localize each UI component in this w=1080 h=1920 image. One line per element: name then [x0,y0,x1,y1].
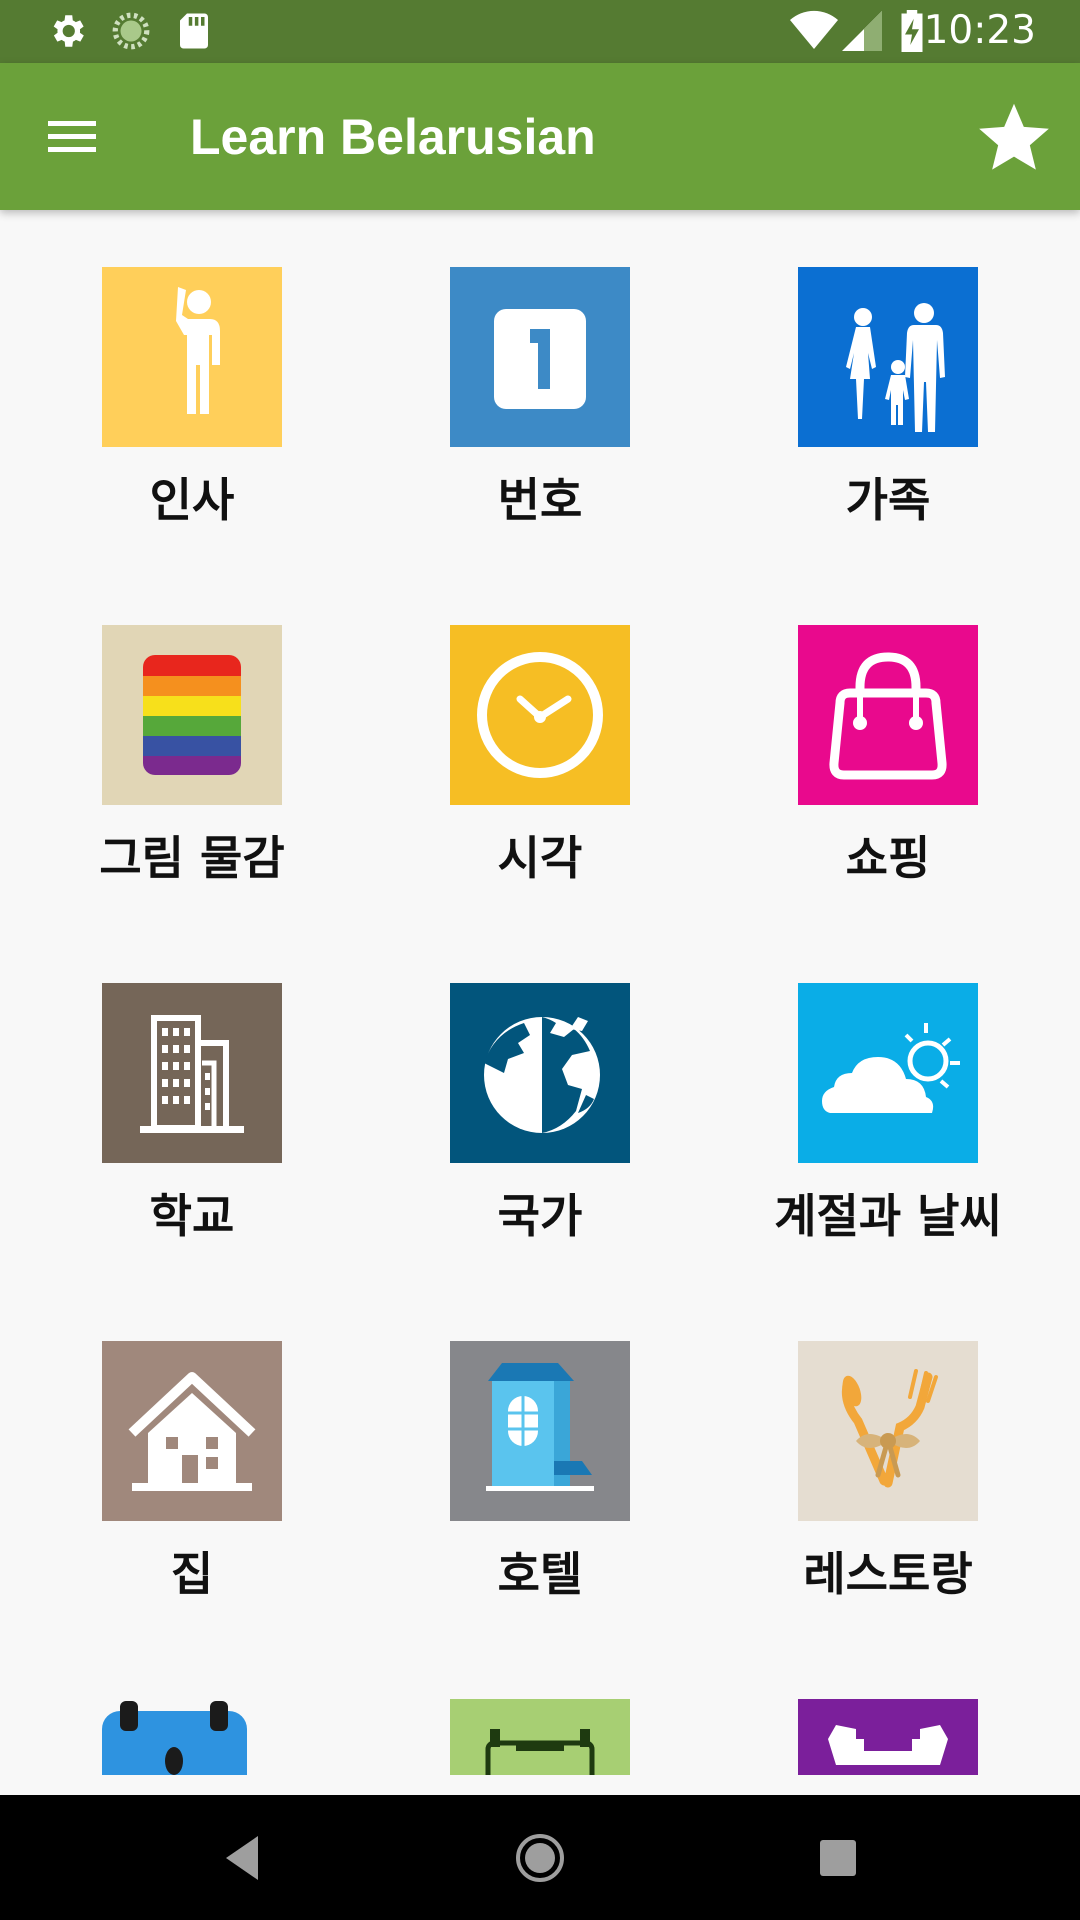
category-label: 시각 [497,831,583,885]
shopping-bag-icon [798,625,978,805]
back-icon[interactable] [204,1820,280,1896]
recents-icon[interactable] [800,1820,876,1896]
shopping-cart-icon [798,1699,978,1775]
color-palette-icon [102,625,282,805]
school-building-icon [102,983,282,1163]
loading-icon [112,12,150,50]
home-icon[interactable] [502,1820,578,1896]
star-icon[interactable] [976,99,1052,175]
category-label: 가족 [845,473,931,527]
clock-icon [450,625,630,805]
family-icon [798,267,978,447]
category-label: 국가 [497,1189,583,1243]
sd-card-icon [180,13,208,49]
status-time: 10:23 [923,8,1036,53]
category-label: 번호 [497,473,583,527]
app-title: Learn Belarusian [190,109,596,165]
signal-icon [842,11,882,51]
category-label: 집 [170,1547,214,1601]
status-bar: 10:23 [0,0,1080,63]
house-icon [102,1341,282,1521]
weather-icon [798,983,978,1163]
battery-charging-icon [901,10,923,52]
hotel-icon [450,1341,630,1521]
calendar-icon [102,1699,282,1775]
category-label: 호텔 [497,1547,583,1601]
app-bar: Learn Belarusian [0,63,1080,210]
settings-icon [53,15,84,47]
category-label: 인사 [149,473,235,527]
wifi-icon [790,10,838,49]
navigation-bar [0,1795,1080,1920]
transport-icon [450,1699,630,1775]
greeting-person-icon [102,267,282,447]
category-label: 쇼핑 [845,831,931,885]
hamburger-menu-icon[interactable] [30,103,114,169]
number-one-icon [450,267,630,447]
category-label: 레스토랑 [803,1547,973,1601]
category-label: 그림 물감 [99,831,285,885]
category-label: 계절과 날씨 [774,1189,1002,1243]
category-label: 학교 [149,1189,235,1243]
category-grid: 인사 번호 가족 그림 물감 시각 쇼핑 학교 국가 계절과 날씨 집 호텔 레… [0,210,1080,1775]
globe-icon [450,983,630,1163]
restaurant-icon [798,1341,978,1521]
